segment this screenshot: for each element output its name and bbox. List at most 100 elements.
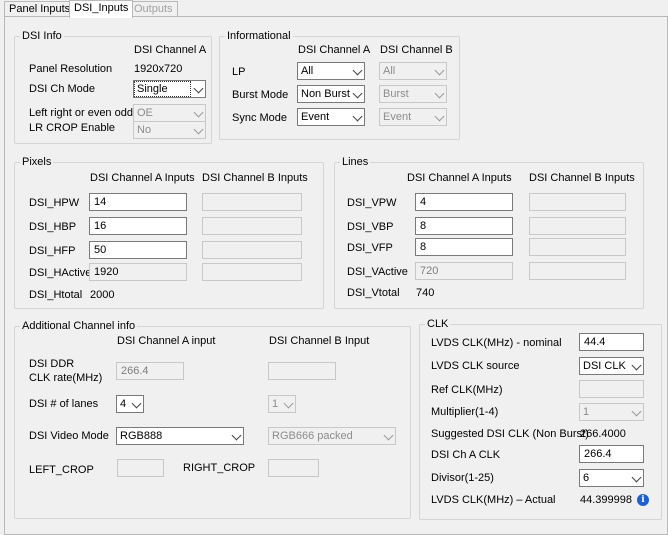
htotal-value: 2000 (90, 289, 115, 301)
chevron-down-icon (352, 111, 363, 122)
sync-a-select[interactable]: Event (297, 108, 365, 126)
column-header-a: DSI Channel A input (117, 335, 216, 347)
right-crop-label: RIGHT_CROP (183, 462, 256, 474)
suggested-clk-value: 266.4000 (580, 428, 626, 440)
vfp-label: DSI_VFP (347, 242, 393, 254)
lvds-actual-value: 44.399998 (580, 494, 632, 506)
tab-bar: Panel Inputs DSI_Inputs Outputs (0, 0, 668, 18)
video-mode-label: DSI Video Mode (29, 430, 109, 442)
ch-a-clk-label: DSI Ch A CLK (431, 449, 501, 461)
vpw-b-input (529, 193, 626, 211)
lp-b-select: All (379, 62, 447, 80)
column-header-a: DSI Channel A Inputs (407, 172, 512, 184)
chevron-down-icon (193, 107, 204, 118)
column-header-b: DSI Channel B Inputs (529, 172, 635, 184)
chevron-down-icon (193, 124, 204, 135)
burst-b-select: Burst (379, 85, 447, 103)
vpw-label: DSI_VPW (347, 197, 397, 209)
column-header: DSI Channel A (134, 44, 207, 56)
sync-a-value: Event (301, 111, 330, 123)
multiplier-value: 1 (583, 406, 590, 418)
vbp-a-input[interactable]: 8 (415, 217, 513, 235)
burst-mode-label: Burst Mode (232, 89, 289, 101)
lvds-actual-label: LVDS CLK(MHz) – Actual (431, 494, 556, 506)
hfp-label: DSI_HFP (29, 245, 76, 257)
lr-label: Left right or even odd (29, 107, 133, 119)
ch-mode-label: DSI Ch Mode (29, 83, 96, 95)
hbp-a-input[interactable]: 16 (89, 217, 187, 235)
chevron-down-icon (231, 430, 242, 441)
panel-resolution-label: Panel Resolution (29, 63, 113, 75)
lvds-nominal-input[interactable]: 44.4 (579, 333, 644, 351)
burst-a-select[interactable]: Non Burst (297, 85, 365, 103)
group-title: CLK (425, 317, 451, 331)
hpw-label: DSI_HPW (29, 197, 80, 209)
panel-resolution-value: 1920x720 (134, 63, 183, 75)
chevron-down-icon (631, 360, 642, 371)
chevron-down-icon (352, 65, 363, 76)
multiplier-select: 1 (579, 403, 644, 421)
ref-clk-label: Ref CLK(MHz) (431, 384, 503, 396)
info-icon[interactable]: i (637, 494, 649, 506)
crop-enable-value: No (137, 124, 152, 136)
tab-panel-inputs[interactable]: Panel Inputs (4, 1, 76, 17)
chevron-down-icon (434, 111, 445, 122)
chevron-down-icon (193, 83, 204, 94)
right-crop-input (268, 459, 319, 477)
lanes-b-value: 1 (272, 398, 279, 410)
lanes-a-select[interactable]: 4 (116, 395, 144, 413)
vpw-a-input[interactable]: 4 (415, 193, 513, 211)
tab-outputs: Outputs (129, 1, 178, 17)
lr-value: OE (137, 107, 153, 119)
divisor-label: Divisor(1-25) (431, 472, 494, 484)
lvds-nominal-label: LVDS CLK(MHz) - nominal (431, 337, 562, 349)
lp-b-value: All (383, 65, 396, 77)
group-title: Informational (225, 29, 293, 43)
lp-label: LP (232, 66, 246, 78)
video-mode-a-value: RGB888 (120, 430, 163, 442)
burst-b-value: Burst (383, 88, 409, 100)
ddr-clk-a-input: 266.4 (116, 362, 184, 380)
lvds-source-select[interactable]: DSI CLK (579, 357, 644, 375)
additional-channel-group: Additional Channel info (14, 319, 411, 519)
video-mode-a-select[interactable]: RGB888 (116, 427, 244, 445)
hfp-a-input[interactable]: 50 (89, 241, 187, 259)
hactive-label: DSI_HActive (29, 267, 92, 279)
vactive-a-input: 720 (415, 262, 513, 280)
vtotal-value: 740 (416, 287, 435, 299)
video-mode-b-select: RGB666 packed (268, 427, 396, 445)
column-header-a: DSI Channel A Inputs (90, 172, 195, 184)
chevron-down-icon (283, 398, 294, 409)
column-header-b: DSI Channel B (380, 44, 453, 56)
ddr-clk-label-line2: CLK rate(MHz) (29, 372, 103, 384)
group-title: DSI Info (20, 29, 64, 43)
chevron-down-icon (434, 65, 445, 76)
vactive-b-input (529, 262, 626, 280)
hbp-label: DSI_HBP (29, 221, 77, 233)
ref-clk-input (579, 380, 644, 398)
ch-mode-select[interactable]: Single (133, 80, 206, 98)
tab-dsi-inputs[interactable]: DSI_Inputs (69, 0, 134, 18)
chevron-down-icon (383, 430, 394, 441)
left-crop-label: LEFT_CROP (29, 464, 94, 476)
lr-select: OE (133, 104, 206, 122)
vtotal-label: DSI_Vtotal (347, 287, 400, 299)
vfp-b-input (529, 238, 626, 256)
hfp-b-input (202, 241, 302, 259)
lp-a-select[interactable]: All (297, 62, 365, 80)
hpw-a-input[interactable]: 14 (89, 193, 187, 211)
hactive-a-input: 1920 (89, 263, 187, 281)
divisor-select[interactable]: 6 (579, 469, 644, 487)
vfp-a-input[interactable]: 8 (415, 238, 513, 256)
sync-b-value: Event (383, 111, 412, 123)
chevron-down-icon (131, 398, 142, 409)
ch-a-clk-input[interactable]: 266.4 (579, 445, 644, 463)
chevron-down-icon (631, 406, 642, 417)
lp-a-value: All (301, 65, 314, 77)
lvds-source-label: LVDS CLK source (431, 360, 520, 372)
burst-a-value: Non Burst (301, 88, 350, 100)
hpw-b-input (202, 193, 302, 211)
lanes-label: DSI # of lanes (29, 398, 99, 410)
column-header-a: DSI Channel A (298, 44, 371, 56)
hactive-b-input (202, 263, 302, 281)
